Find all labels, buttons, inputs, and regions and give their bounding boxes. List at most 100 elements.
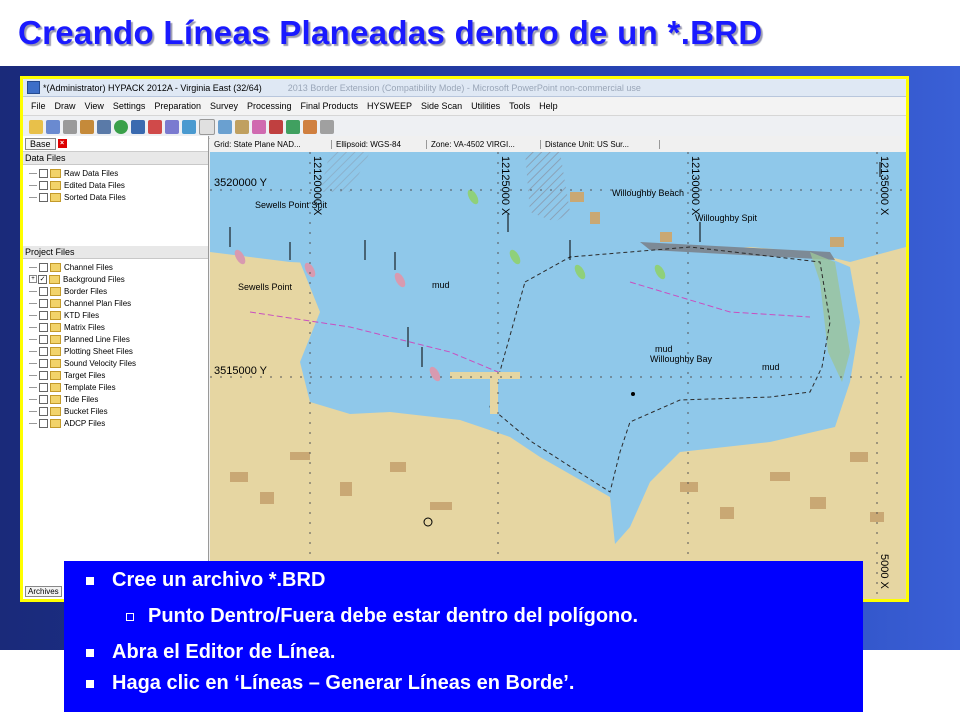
nautical-chart-map[interactable]: 3520000 Y 3515000 Y 12120000 X 12125000 … [210,152,906,599]
tree-item-border-files[interactable]: Border Files [29,285,208,297]
checkbox[interactable] [39,180,48,190]
menu-hysweep[interactable]: HYSWEEP [367,101,412,111]
checkbox[interactable] [39,286,48,296]
map-panel: Grid: State Plane NAD... Ellipsoid: WGS-… [210,136,906,599]
zoom-icon[interactable] [218,120,232,134]
tree-item-channel-plan-files[interactable]: Channel Plan Files [29,297,208,309]
chart-icon[interactable] [182,120,196,134]
edit-line-icon[interactable] [97,120,111,134]
folder-icon [50,286,61,296]
project-sidebar: Base × Data Files Raw Data Files Edited … [23,136,209,599]
menu-side-scan[interactable]: Side Scan [421,101,462,111]
mail-icon[interactable] [252,120,266,134]
wave-icon[interactable] [269,120,283,134]
menu-survey[interactable]: Survey [210,101,238,111]
open-folder-icon[interactable] [29,120,43,134]
label-mud-3: mud [762,362,780,372]
checkbox[interactable] [39,192,48,202]
hypack-window: *(Administrator) HYPACK 2012A - Virginia… [20,76,909,602]
grid-icon[interactable] [165,120,179,134]
menu-processing[interactable]: Processing [247,101,292,111]
tree-item-planned-line-files[interactable]: Planned Line Files [29,333,208,345]
tide-icon[interactable] [286,120,300,134]
matrix-icon[interactable] [320,120,334,134]
folder-icon [50,370,61,380]
base-tab[interactable]: Base [25,137,56,150]
globe-icon[interactable] [114,120,128,134]
y-label-3520000: 3520000 Y [214,177,268,189]
menu-tools[interactable]: Tools [509,101,530,111]
place-willoughby-beach: Willoughby Beach [612,188,684,198]
target-icon[interactable] [148,120,162,134]
tree-item-template-files[interactable]: Template Files [29,381,208,393]
checkbox[interactable] [39,418,48,428]
tree-item-tide-files[interactable]: Tide Files [29,393,208,405]
tree-item-edited-data-files[interactable]: Edited Data Files [29,179,208,191]
menu-utilities[interactable]: Utilities [471,101,500,111]
tree-item-background-files[interactable]: + ✓ Background Files [29,273,208,285]
y-label-3515000: 3515000 Y [214,365,268,377]
tree-item-channel-files[interactable]: Channel Files [29,261,208,273]
checkbox[interactable] [39,168,48,178]
project-files-header[interactable]: Project Files [23,246,208,259]
tree-item-ktd-files[interactable]: KTD Files [29,309,208,321]
measure-icon[interactable] [235,120,249,134]
print-icon[interactable] [63,120,77,134]
tree-item-sorted-data-files[interactable]: Sorted Data Files [29,191,208,203]
menu-settings[interactable]: Settings [113,101,146,111]
archives-tab[interactable]: Archives [25,586,62,597]
tree-item-sound-velocity-files[interactable]: Sound Velocity Files [29,357,208,369]
folder-icon [50,180,61,190]
checkbox[interactable] [39,262,48,272]
bullet-generate-lines: Haga clic en ‘Líneas – Generar Líneas en… [86,672,574,695]
checkbox[interactable] [39,394,48,404]
checkbox[interactable] [39,358,48,368]
checkbox[interactable] [39,382,48,392]
sounding-point [631,392,635,396]
save-icon[interactable] [46,120,60,134]
tree-item-raw-data-files[interactable]: Raw Data Files [29,167,208,179]
window-titlebar[interactable]: *(Administrator) HYPACK 2012A - Virginia… [23,79,906,97]
menu-final-products[interactable]: Final Products [301,101,359,111]
checkbox[interactable] [39,322,48,332]
menu-help[interactable]: Help [539,101,558,111]
menu-draw[interactable]: Draw [55,101,76,111]
pier-2 [490,379,498,414]
bullet-create-brd: Cree un archivo *.BRD [86,569,325,592]
tree-item-target-files[interactable]: Target Files [29,369,208,381]
label-mud-2: mud [655,344,673,354]
checkbox[interactable] [39,334,48,344]
tree-item-adcp-files[interactable]: ADCP Files [29,417,208,429]
map-status-bar: Grid: State Plane NAD... Ellipsoid: WGS-… [210,136,906,153]
layers-icon[interactable] [80,120,94,134]
folder-icon [50,168,61,178]
folder-icon [50,418,61,428]
background-window-caption: 2013 Border Extension (Compatibility Mod… [287,82,641,93]
tree-item-bucket-files[interactable]: Bucket Files [29,405,208,417]
close-icon[interactable]: × [57,139,67,148]
menu-file[interactable]: File [31,101,46,111]
checkbox[interactable] [39,310,48,320]
checkbox[interactable] [39,370,48,380]
boat-icon[interactable] [131,120,145,134]
menu-preparation[interactable]: Preparation [154,101,201,111]
pier [450,372,520,379]
tree-item-plotting-sheet-files[interactable]: Plotting Sheet Files [29,345,208,357]
bullet-square [86,648,94,657]
checkbox[interactable] [39,346,48,356]
checkbox-checked[interactable]: ✓ [38,274,47,284]
text-icon[interactable] [199,119,215,135]
status-grid: Grid: State Plane NAD... [210,139,332,149]
bullet-square [86,576,94,585]
window-title: *(Administrator) HYPACK 2012A - Virginia… [43,82,262,93]
tree-item-matrix-files[interactable]: Matrix Files [29,321,208,333]
status-distance-unit: Distance Unit: US Sur... [541,139,660,149]
checkbox[interactable] [39,298,48,308]
tools-icon[interactable] [303,120,317,134]
data-files-header[interactable]: Data Files [23,152,208,165]
folder-icon [50,346,61,356]
menu-view[interactable]: View [85,101,104,111]
checkbox[interactable] [39,406,48,416]
expand-icon[interactable]: + [29,275,37,283]
